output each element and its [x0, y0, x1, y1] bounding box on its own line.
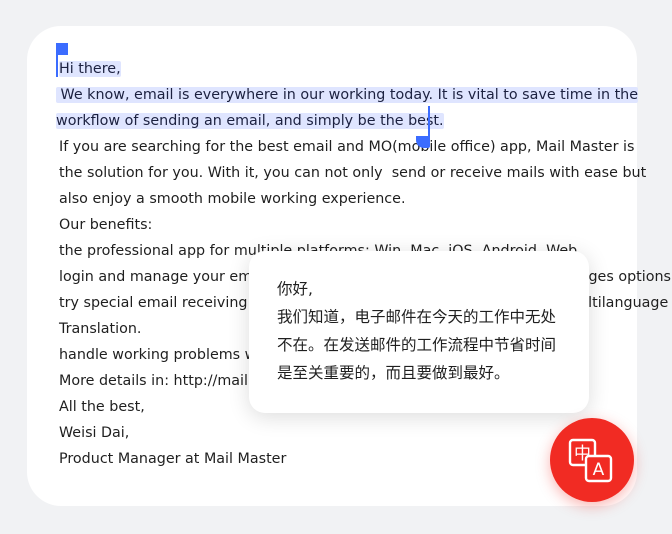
- translate-button[interactable]: 中 A: [550, 418, 634, 502]
- target-language-glyph: A: [593, 460, 605, 480]
- email-line-14[interactable]: All the best,: [59, 394, 145, 420]
- email-line-6[interactable]: also enjoy a smooth mobile working exper…: [59, 186, 406, 212]
- translate-icon: 中 A: [568, 438, 613, 483]
- email-line-16[interactable]: Product Manager at Mail Master: [59, 446, 286, 472]
- selection-end-stem[interactable]: [428, 106, 430, 136]
- selection-start-stem[interactable]: [56, 47, 58, 77]
- email-line-7[interactable]: Our benefits:: [59, 212, 152, 238]
- email-line-11[interactable]: Translation.: [59, 316, 141, 342]
- email-line-15[interactable]: Weisi Dai,: [59, 420, 129, 446]
- email-line-2[interactable]: We know, email is everywhere in our work…: [56, 82, 639, 108]
- selection-end-handle[interactable]: [416, 106, 430, 148]
- email-line-3[interactable]: workflow of sending an email, and simply…: [56, 108, 444, 134]
- email-line-greeting[interactable]: Hi there,: [59, 56, 121, 82]
- selected-text[interactable]: workflow of sending an email, and simply…: [56, 113, 444, 129]
- translation-line-4: 是至关重要的，而且要做到最好。: [277, 364, 510, 382]
- selected-text[interactable]: Hi there,: [59, 61, 121, 77]
- email-line-5[interactable]: the solution for you. With it, you can n…: [59, 160, 646, 186]
- selection-start-handle[interactable]: [56, 43, 68, 77]
- email-line-4[interactable]: If you are searching for the best email …: [59, 134, 634, 160]
- selected-text[interactable]: We know, email is everywhere in our work…: [56, 87, 639, 103]
- translation-popup: 你好, 我们知道，电子邮件在今天的工作中无处 不在。在发送邮件的工作流程中节省时…: [249, 251, 589, 413]
- selection-end-flag[interactable]: [416, 136, 430, 148]
